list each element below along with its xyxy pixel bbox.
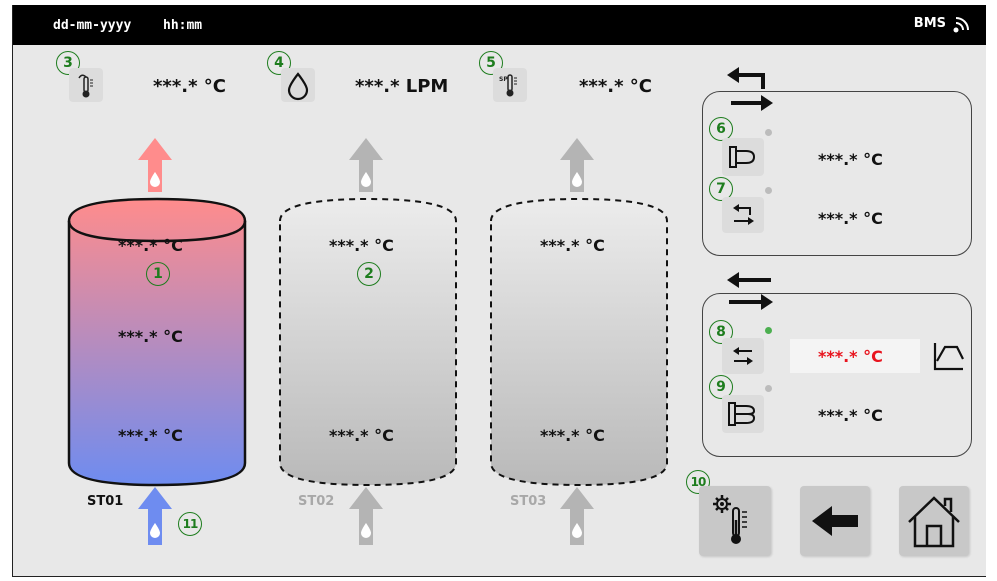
row6-status-led — [765, 129, 772, 136]
row6-temp-value: ***.* °C — [818, 150, 883, 169]
radiator-icon — [729, 146, 756, 168]
st03-top-temp: ***.* °C — [540, 236, 605, 255]
heat-exchanger-icon — [728, 402, 756, 426]
row6-icon-box[interactable] — [722, 138, 764, 176]
row9-icon-box[interactable] — [722, 395, 764, 433]
st02-label: ST02 — [298, 494, 335, 509]
thermometer-setpoint-icon: SP — [499, 74, 517, 97]
home-icon — [908, 496, 960, 548]
svg-text:SP: SP — [499, 76, 508, 83]
row8-temp-value: ***.* °C — [818, 347, 883, 366]
wifi-icon — [953, 17, 969, 33]
st01-mid-temp: ***.* °C — [118, 327, 183, 346]
st02-bottom-temp: ***.* °C — [329, 426, 394, 445]
thermometer-return-icon — [78, 74, 93, 98]
st01-bottom-temp: ***.* °C — [118, 426, 183, 445]
setpoint-icon-box: SP — [493, 68, 527, 102]
time-display: hh:mm — [163, 18, 203, 33]
setpoint-temp-value: ***.* °C — [579, 76, 652, 97]
row8-status-led — [765, 327, 772, 334]
heating-curve-icon[interactable] — [931, 339, 967, 373]
st03-bottom-temp: ***.* °C — [540, 426, 605, 445]
row9-temp-value: ***.* °C — [818, 406, 883, 425]
water-drop-icon — [287, 72, 309, 101]
flow-icon-box — [281, 68, 315, 102]
row7-icon-box[interactable] — [722, 197, 764, 233]
st03-label: ST03 — [510, 494, 547, 509]
hot-outlet-arrow-icon — [138, 138, 172, 192]
st03-outlet-arrow-icon — [560, 138, 594, 192]
row7-temp-value: ***.* °C — [818, 209, 883, 228]
marker-2: 2 — [357, 262, 381, 286]
st02-top-temp: ***.* °C — [329, 236, 394, 255]
return-temp-icon-box — [69, 68, 103, 102]
status-bar: dd-mm-yyyy hh:mm BMS — [13, 5, 986, 45]
marker-1: 1 — [146, 262, 170, 286]
hmi-screen: dd-mm-yyyy hh:mm BMS 3 ***.* °C 4 ***.* … — [12, 5, 986, 577]
back-button[interactable] — [800, 486, 870, 556]
row9-status-led — [765, 385, 772, 392]
return-loop-icon — [733, 204, 754, 225]
st02-inlet-arrow-icon — [349, 487, 383, 545]
home-button[interactable] — [899, 486, 969, 556]
temperature-settings-button[interactable] — [699, 486, 771, 556]
bms-label: BMS — [913, 16, 946, 31]
settings-thermometer-icon — [713, 495, 747, 544]
return-temp-value: ***.* °C — [153, 76, 226, 97]
exchange-arrows-icon — [733, 347, 753, 365]
st01-top-temp: ***.* °C — [118, 236, 183, 255]
date-display: dd-mm-yyyy — [53, 18, 132, 33]
st02-outlet-arrow-icon — [349, 138, 383, 192]
row7-status-led — [765, 187, 772, 194]
flow-value: ***.* LPM — [355, 76, 449, 97]
st01-label: ST01 — [87, 494, 124, 509]
arrow-left-icon — [812, 506, 858, 536]
row8-icon-box[interactable] — [722, 338, 764, 374]
cold-inlet-arrow-icon — [138, 487, 172, 545]
marker-11: 11 — [178, 512, 202, 536]
st03-inlet-arrow-icon — [560, 487, 594, 545]
